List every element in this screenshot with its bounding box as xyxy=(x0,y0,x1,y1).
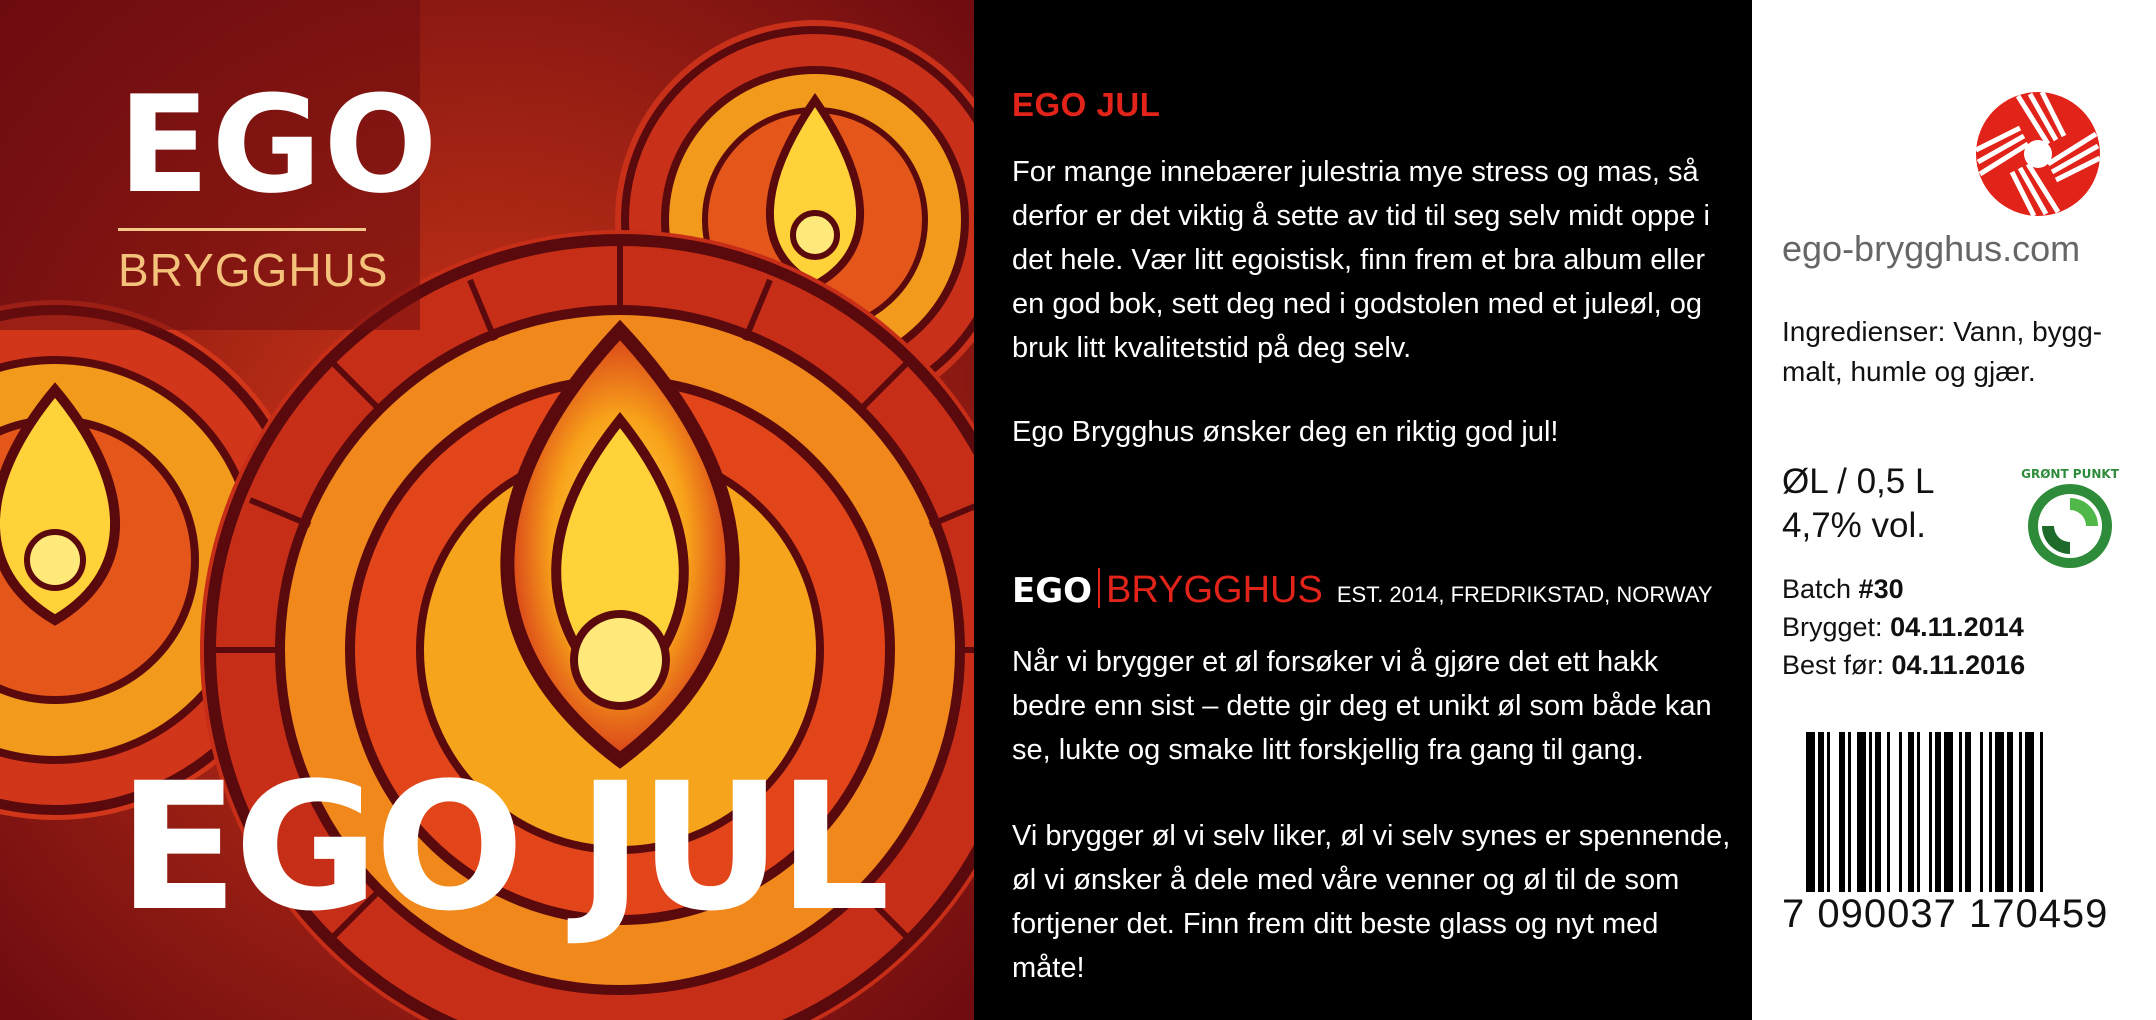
brand-logo-brygghus: BRYGGHUS xyxy=(118,244,389,296)
description-paragraph-1: For mange innebærer julestria mye stress… xyxy=(1012,156,1710,364)
brandline-established: EST. 2014, FREDRIKSTAD, NORWAY xyxy=(1336,582,1713,607)
abv-line: 4,7% vol. xyxy=(1782,506,1926,545)
brewed-label: Brygget: xyxy=(1782,612,1891,642)
batch-info: Batch #30 Brygget: 04.11.2014 Best før: … xyxy=(1782,570,2025,684)
barcode-number: 7 090037 170459 xyxy=(1782,892,2109,936)
batch-value: #30 xyxy=(1858,574,1904,604)
batch-line: Batch #30 xyxy=(1782,570,2025,608)
batch-label: Batch xyxy=(1782,574,1859,604)
ingredients-text: Ingredienser: Vann, bygg-malt, humle og … xyxy=(1782,316,2103,387)
gront-punkt-icon: GRØNT PUNKT xyxy=(2021,467,2120,568)
brewed-line: Brygget: 04.11.2014 xyxy=(1782,608,2025,646)
brandline-brygghus: BRYGGHUS xyxy=(1106,569,1323,611)
brand-logo-ego: EGO xyxy=(118,67,440,223)
best-before-value: 04.11.2016 xyxy=(1891,650,2026,680)
beer-label: EGO BRYGGHUS EGO JUL EGO JUL For mange i… xyxy=(0,0,2156,1020)
best-before-line: Best før: 04.11.2016 xyxy=(1782,646,2025,684)
brewed-value: 04.11.2014 xyxy=(1890,612,2024,642)
ego-star-logo-icon xyxy=(1974,90,2102,218)
website-link[interactable]: ego-brygghus.com xyxy=(1782,228,2080,270)
brand-logo: EGO BRYGGHUS xyxy=(118,67,440,297)
best-before-label: Best før: xyxy=(1782,650,1892,680)
brandline-divider xyxy=(1098,568,1101,608)
volume-line: ØL / 0,5 L xyxy=(1782,462,1935,501)
description-panel: EGO JUL For mange innebærer julestria my… xyxy=(974,0,1752,1020)
description-heading: EGO JUL xyxy=(1012,86,1161,123)
brand-logo-rule xyxy=(118,228,366,231)
volume-abv: ØL / 0,5 L 4,7% vol. xyxy=(1782,460,1934,548)
artwork-panel: EGO BRYGGHUS EGO JUL xyxy=(0,0,974,1020)
description-paragraph-4: Vi brygger øl vi selv liker, øl vi selv … xyxy=(1012,820,1731,984)
brandline-ego: EGO xyxy=(1012,571,1093,611)
gront-punkt-text: GRØNT PUNKT xyxy=(2021,467,2120,481)
info-panel: ego-brygghus.com Ingredienser: Vann, byg… xyxy=(1752,0,2156,1020)
product-title: EGO JUL xyxy=(118,745,890,950)
barcode-icon xyxy=(1806,732,2043,892)
brewery-brandline: EGO BRYGGHUS EST. 2014, FREDRIKSTAD, NOR… xyxy=(1012,562,1713,612)
description-paragraph-2: Ego Brygghus ønsker deg en riktig god ju… xyxy=(1012,416,1559,448)
description-paragraph-3: Når vi brygger et øl forsøker vi å gjøre… xyxy=(1012,646,1712,766)
